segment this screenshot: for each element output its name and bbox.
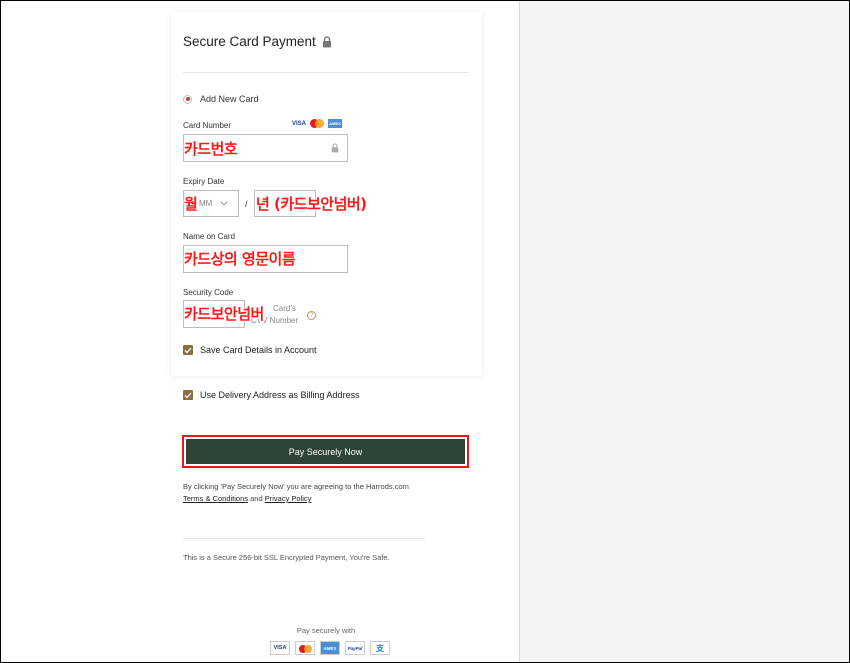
chevron-down-icon: [220, 201, 228, 206]
terms-sentence: By clicking 'Pay Securely Now' you are a…: [183, 482, 409, 491]
mastercard-icon: [295, 641, 315, 655]
expiry-separator: /: [245, 199, 248, 209]
add-new-card-label: Add New Card: [200, 94, 259, 104]
pay-button-highlight: Pay Securely Now: [182, 435, 469, 468]
save-card-option[interactable]: Save Card Details in Account: [183, 345, 317, 355]
security-annotation: 카드보안넘버: [184, 305, 264, 323]
security-hint-line1: Card's: [273, 304, 296, 313]
year-annotation: 년 (카드보안넘버): [256, 195, 367, 213]
pay-securely-button[interactable]: Pay Securely Now: [186, 439, 465, 464]
save-card-checkbox[interactable]: [183, 345, 193, 355]
visa-icon: VISA: [270, 641, 290, 655]
save-card-label: Save Card Details in Account: [200, 345, 317, 355]
billing-checkbox[interactable]: [183, 390, 193, 400]
privacy-link[interactable]: Privacy Policy: [265, 494, 312, 503]
alipay-icon: 支: [370, 641, 390, 655]
billing-address-option[interactable]: Use Delivery Address as Billing Address: [183, 390, 360, 400]
name-annotation: 카드상의 영문이름: [184, 250, 296, 268]
month-placeholder: MM: [199, 199, 213, 208]
card-brand-logos: VISA AMEX: [292, 119, 343, 128]
title-row: Secure Card Payment: [183, 34, 332, 49]
mastercard-icon: [310, 119, 325, 128]
amex-icon: AMEX: [320, 641, 340, 655]
name-on-card-label: Name on Card: [183, 232, 236, 241]
payment-logos: VISA AMEX PayPal 支: [270, 641, 390, 655]
check-icon: [184, 347, 192, 353]
field-lock-icon: [331, 143, 339, 153]
visa-icon: VISA: [292, 120, 307, 127]
terms-text: By clicking 'Pay Securely Now' you are a…: [183, 481, 443, 505]
expiry-date-label: Expiry Date: [183, 177, 225, 186]
security-code-label: Security Code: [183, 288, 234, 297]
terms-and: and: [250, 494, 263, 503]
add-new-card-option[interactable]: Add New Card: [183, 94, 259, 104]
pay-securely-with-label: Pay securely with: [296, 626, 356, 635]
right-panel: [519, 0, 850, 663]
radio-selected[interactable]: [183, 94, 192, 104]
paypal-icon: PayPal: [345, 641, 365, 655]
amex-icon: AMEX: [328, 119, 343, 128]
check-icon: [184, 392, 192, 398]
help-icon[interactable]: ?: [307, 311, 316, 320]
terms-link[interactable]: Terms & Conditions: [183, 494, 248, 503]
divider: [183, 538, 425, 539]
month-annotation: 월: [184, 195, 198, 213]
divider: [183, 72, 469, 73]
card-number-annotation: 카드번호: [184, 140, 238, 158]
card-number-label: Card Number: [183, 121, 232, 130]
ssl-note: This is a Secure 256-bit SSL Encrypted P…: [183, 553, 390, 562]
billing-label: Use Delivery Address as Billing Address: [200, 390, 360, 400]
page-title: Secure Card Payment: [183, 34, 316, 49]
lock-icon: [322, 35, 331, 47]
